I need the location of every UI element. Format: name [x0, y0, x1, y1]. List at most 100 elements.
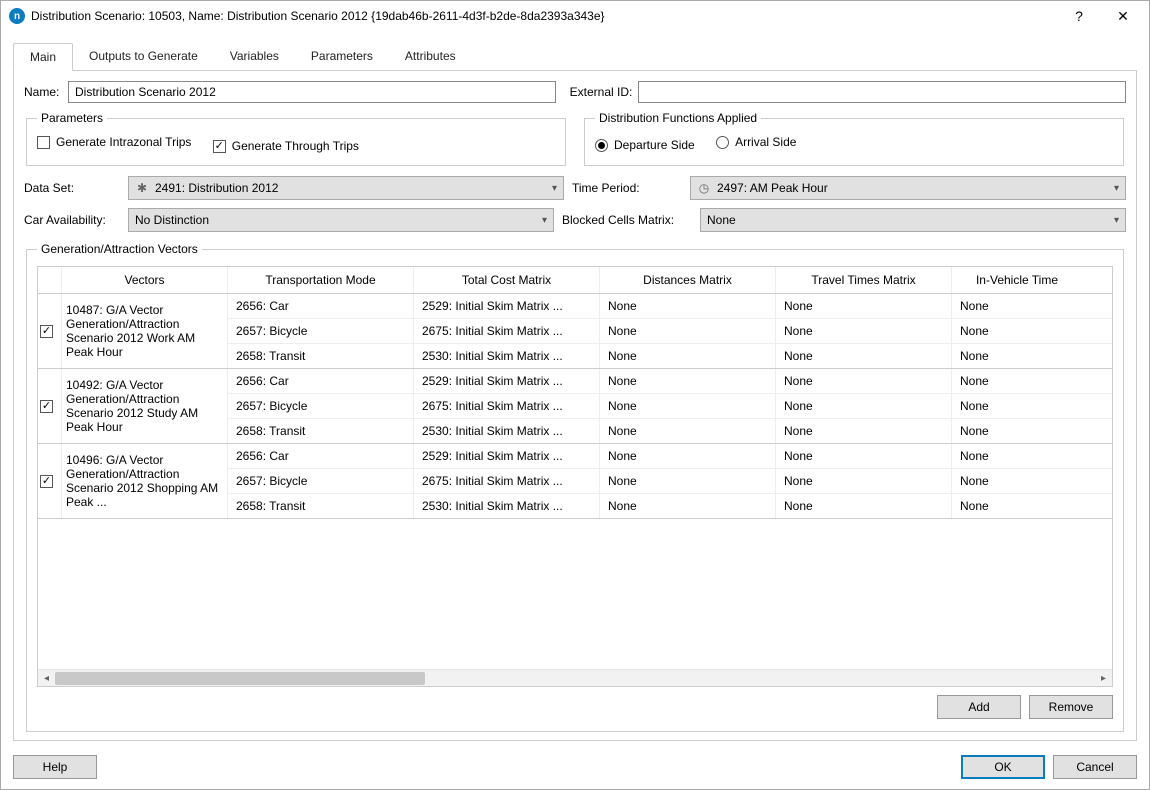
cell-cost[interactable]: 2530: Initial Skim Matrix ... — [414, 344, 600, 368]
cell-mode[interactable]: 2658: Transit — [228, 419, 414, 443]
cell-dist[interactable]: None — [600, 294, 776, 318]
tab-outputs[interactable]: Outputs to Generate — [73, 43, 214, 70]
checkbox-icon: ✓ — [40, 475, 53, 488]
row-checkbox[interactable]: ✓ — [38, 444, 62, 518]
col-cost[interactable]: Total Cost Matrix — [414, 267, 600, 293]
radio-icon — [716, 136, 729, 149]
cell-mode[interactable]: 2657: Bicycle — [228, 469, 414, 493]
cell-ivt[interactable]: None — [952, 494, 1082, 518]
cell-ivt[interactable]: None — [952, 469, 1082, 493]
external-id-input[interactable] — [638, 81, 1126, 103]
cell-mode[interactable]: 2658: Transit — [228, 494, 414, 518]
help-button[interactable]: Help — [13, 755, 97, 779]
blocked-cells-combo[interactable]: None ▾ — [700, 208, 1126, 232]
cell-ivt[interactable]: None — [952, 294, 1082, 318]
remove-button[interactable]: Remove — [1029, 695, 1113, 719]
scroll-left-icon[interactable]: ◂ — [38, 670, 55, 687]
cell-tt[interactable]: None — [776, 394, 952, 418]
cell-tt[interactable]: None — [776, 444, 952, 468]
vector-name-cell[interactable]: 10496: G/A Vector Generation/Attraction … — [62, 444, 228, 518]
cell-dist[interactable]: None — [600, 419, 776, 443]
gen-intrazonal-label: Generate Intrazonal Trips — [56, 135, 191, 149]
cell-tt[interactable]: None — [776, 494, 952, 518]
gen-intrazonal-checkbox[interactable]: Generate Intrazonal Trips — [37, 135, 191, 149]
cell-dist[interactable]: None — [600, 369, 776, 393]
cell-dist[interactable]: None — [600, 494, 776, 518]
table-row[interactable]: 2658: Transit2530: Initial Skim Matrix .… — [228, 419, 1112, 443]
scroll-right-icon[interactable]: ▸ — [1095, 670, 1112, 687]
tab-parameters[interactable]: Parameters — [295, 43, 389, 70]
scrollbar-thumb[interactable] — [55, 672, 425, 685]
cell-mode[interactable]: 2656: Car — [228, 294, 414, 318]
cell-cost[interactable]: 2675: Initial Skim Matrix ... — [414, 319, 600, 343]
horizontal-scrollbar[interactable]: ◂ ▸ — [38, 669, 1112, 686]
tab-main[interactable]: Main — [13, 43, 73, 71]
table-row[interactable]: 2656: Car2529: Initial Skim Matrix ...No… — [228, 294, 1112, 319]
data-set-combo[interactable]: ✱ 2491: Distribution 2012 ▾ — [128, 176, 564, 200]
cell-cost[interactable]: 2530: Initial Skim Matrix ... — [414, 419, 600, 443]
tab-variables[interactable]: Variables — [214, 43, 295, 70]
table-row[interactable]: 2656: Car2529: Initial Skim Matrix ...No… — [228, 444, 1112, 469]
vector-name-cell[interactable]: 10487: G/A Vector Generation/Attraction … — [62, 294, 228, 368]
arrival-label: Arrival Side — [735, 135, 796, 149]
cell-dist[interactable]: None — [600, 344, 776, 368]
car-availability-label: Car Availability: — [24, 213, 114, 227]
vector-name-cell[interactable]: 10492: G/A Vector Generation/Attraction … — [62, 369, 228, 443]
tab-attributes[interactable]: Attributes — [389, 43, 472, 70]
col-vectors[interactable]: Vectors — [62, 267, 228, 293]
cell-dist[interactable]: None — [600, 444, 776, 468]
table-row[interactable]: 2658: Transit2530: Initial Skim Matrix .… — [228, 494, 1112, 518]
cell-cost[interactable]: 2529: Initial Skim Matrix ... — [414, 294, 600, 318]
car-availability-combo[interactable]: No Distinction ▾ — [128, 208, 554, 232]
cell-mode[interactable]: 2656: Car — [228, 369, 414, 393]
table-row[interactable]: 2657: Bicycle2675: Initial Skim Matrix .… — [228, 394, 1112, 419]
cell-ivt[interactable]: None — [952, 444, 1082, 468]
cell-tt[interactable]: None — [776, 344, 952, 368]
row-checkbox[interactable]: ✓ — [38, 369, 62, 443]
cell-mode[interactable]: 2657: Bicycle — [228, 394, 414, 418]
name-input[interactable] — [68, 81, 556, 103]
col-ivt[interactable]: In-Vehicle Time — [952, 267, 1082, 293]
blocked-cells-value: None — [707, 213, 1114, 227]
cell-mode[interactable]: 2658: Transit — [228, 344, 414, 368]
cell-tt[interactable]: None — [776, 469, 952, 493]
cell-ivt[interactable]: None — [952, 419, 1082, 443]
cell-ivt[interactable]: None — [952, 369, 1082, 393]
name-row: Name: External ID: — [24, 81, 1126, 103]
row-checkbox[interactable]: ✓ — [38, 294, 62, 368]
cell-ivt[interactable]: None — [952, 319, 1082, 343]
add-button[interactable]: Add — [937, 695, 1021, 719]
cell-dist[interactable]: None — [600, 469, 776, 493]
cell-cost[interactable]: 2529: Initial Skim Matrix ... — [414, 369, 600, 393]
close-button[interactable]: ✕ — [1101, 2, 1145, 30]
ok-button[interactable]: OK — [961, 755, 1045, 779]
cell-ivt[interactable]: None — [952, 344, 1082, 368]
cell-tt[interactable]: None — [776, 319, 952, 343]
cell-tt[interactable]: None — [776, 419, 952, 443]
col-tt[interactable]: Travel Times Matrix — [776, 267, 952, 293]
table-row[interactable]: 2657: Bicycle2675: Initial Skim Matrix .… — [228, 469, 1112, 494]
cell-cost[interactable]: 2530: Initial Skim Matrix ... — [414, 494, 600, 518]
cell-mode[interactable]: 2656: Car — [228, 444, 414, 468]
ga-vectors-fieldset: Generation/Attraction Vectors Vectors Tr… — [26, 242, 1124, 732]
cell-dist[interactable]: None — [600, 319, 776, 343]
cell-tt[interactable]: None — [776, 294, 952, 318]
table-row[interactable]: 2656: Car2529: Initial Skim Matrix ...No… — [228, 369, 1112, 394]
col-dist[interactable]: Distances Matrix — [600, 267, 776, 293]
arrival-radio[interactable]: Arrival Side — [716, 135, 796, 149]
gen-through-checkbox[interactable]: ✓ Generate Through Trips — [213, 139, 359, 153]
time-period-combo[interactable]: ◷ 2497: AM Peak Hour ▾ — [690, 176, 1126, 200]
cell-cost[interactable]: 2675: Initial Skim Matrix ... — [414, 469, 600, 493]
cell-ivt[interactable]: None — [952, 394, 1082, 418]
table-row[interactable]: 2658: Transit2530: Initial Skim Matrix .… — [228, 344, 1112, 368]
departure-radio[interactable]: Departure Side — [595, 138, 695, 152]
cancel-button[interactable]: Cancel — [1053, 755, 1137, 779]
cell-dist[interactable]: None — [600, 394, 776, 418]
help-titlebar-button[interactable]: ? — [1057, 2, 1101, 30]
cell-mode[interactable]: 2657: Bicycle — [228, 319, 414, 343]
col-mode[interactable]: Transportation Mode — [228, 267, 414, 293]
table-row[interactable]: 2657: Bicycle2675: Initial Skim Matrix .… — [228, 319, 1112, 344]
cell-cost[interactable]: 2675: Initial Skim Matrix ... — [414, 394, 600, 418]
cell-cost[interactable]: 2529: Initial Skim Matrix ... — [414, 444, 600, 468]
cell-tt[interactable]: None — [776, 369, 952, 393]
